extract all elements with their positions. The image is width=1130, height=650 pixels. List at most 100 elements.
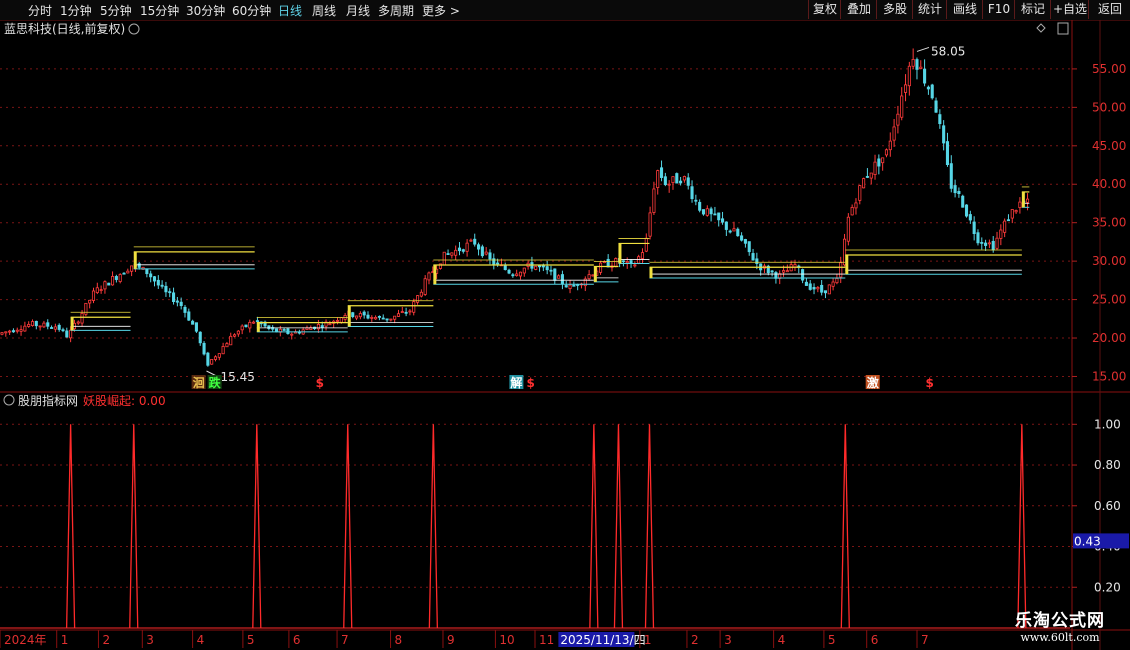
box-marker-5 (593, 266, 597, 282)
candle-body (507, 269, 511, 274)
candle-body (57, 324, 61, 330)
candle-body (461, 249, 465, 252)
candle-body (930, 84, 934, 99)
period-tab-4[interactable]: 30分钟 (186, 2, 225, 19)
candle-body (964, 204, 969, 217)
candle-body (91, 290, 96, 301)
period-tab-6[interactable]: 日线 (278, 2, 302, 19)
high-price-label: 58.05 (931, 44, 965, 58)
low-price-label: 15.45 (221, 370, 255, 384)
time-label-11: 11 (539, 633, 554, 647)
candle-body (663, 176, 667, 186)
candle-body (217, 353, 221, 358)
watermark: 乐淘公式网 www.60lt.com (990, 606, 1130, 650)
toolbar-button-4[interactable]: 画线 (946, 0, 983, 19)
time-label-14: 2 (691, 633, 699, 647)
candle-body (709, 208, 713, 215)
candle-body (751, 253, 755, 261)
candle-body (11, 330, 15, 333)
toolbar-button-5[interactable]: F10 (982, 0, 1015, 19)
period-tab-10[interactable]: 更多 > (422, 2, 460, 19)
candle-body (427, 272, 431, 281)
candle-body (362, 311, 366, 316)
candle-body (339, 317, 343, 323)
period-tab-9[interactable]: 多周期 (378, 2, 414, 19)
watermark-title: 乐淘公式网 (1015, 611, 1105, 631)
indicator-spike-8 (840, 424, 850, 629)
candle-body (172, 292, 176, 302)
period-tab-3[interactable]: 15分钟 (140, 2, 179, 19)
box-marker-3 (347, 305, 351, 327)
candle-body (572, 284, 576, 287)
candle-body (111, 276, 115, 286)
candle-body (919, 66, 923, 69)
indicator-spike-9 (1017, 424, 1027, 629)
candle-body (423, 278, 427, 295)
toolbar-button-7[interactable]: +自选 (1050, 0, 1089, 19)
candle-body (629, 260, 633, 264)
box-marker-7 (649, 267, 653, 279)
candle-body (107, 282, 111, 286)
candle-body (194, 322, 198, 332)
toolbar-button-8[interactable]: 返回 (1088, 0, 1130, 19)
candle-body (553, 268, 557, 281)
candle-body (419, 291, 423, 297)
candle-body (396, 313, 401, 317)
toolbar-button-0[interactable]: 复权 (808, 0, 841, 19)
candle-body (145, 268, 149, 275)
candle-body (480, 246, 484, 257)
candle-body (225, 343, 229, 348)
period-tab-8[interactable]: 月线 (346, 2, 370, 19)
toolbar-button-6[interactable]: 标记 (1014, 0, 1051, 19)
candle-body (656, 170, 660, 188)
indicator-tick-label-4: 1.00 (1094, 417, 1121, 431)
candle-body (812, 287, 816, 290)
watermark-url: www.60lt.com (1020, 631, 1100, 644)
period-tab-0[interactable]: 分时 (28, 2, 52, 19)
time-label-2: 2 (102, 633, 110, 647)
candle-body (4, 331, 8, 334)
candle-body (785, 270, 789, 273)
panel-toggle-icon (1057, 22, 1069, 35)
price-tick-label-2: 25.00 (1092, 293, 1126, 307)
candle-body (76, 321, 80, 324)
candle-body (740, 235, 744, 241)
candle-body (621, 260, 625, 263)
candle-body (648, 212, 652, 237)
candle-body (442, 251, 446, 266)
candle-body (884, 149, 889, 156)
toolbar-button-2[interactable]: 多股 (876, 0, 913, 19)
time-label-18: 6 (871, 633, 879, 647)
candle-body (823, 290, 828, 294)
candle-body (229, 335, 233, 346)
box-marker-2 (256, 322, 260, 332)
candle-body (65, 330, 69, 338)
candle-body (274, 328, 279, 333)
candle-body (549, 269, 553, 272)
period-tab-2[interactable]: 5分钟 (100, 2, 132, 19)
period-tab-1[interactable]: 1分钟 (60, 2, 92, 19)
time-label-16: 4 (778, 633, 786, 647)
period-tab-7[interactable]: 周线 (312, 2, 336, 19)
candle-body (568, 284, 572, 289)
candle-body (808, 283, 812, 290)
candle-body (355, 315, 359, 319)
indicator-tick-label-0: 0.20 (1094, 580, 1121, 594)
candle-body (156, 279, 160, 286)
toolbar-button-3[interactable]: 统计 (912, 0, 947, 19)
time-label-8: 8 (395, 633, 403, 647)
candle-body (358, 313, 362, 318)
indicator-spike-6 (613, 424, 624, 629)
box-marker-6 (618, 243, 622, 264)
candle-body (34, 320, 38, 327)
candle-body (598, 262, 603, 273)
indicator-spike-5 (589, 424, 599, 629)
candle-body (633, 264, 637, 267)
candle-body (457, 247, 462, 252)
candle-body (38, 325, 42, 328)
period-tab-5[interactable]: 60分钟 (232, 2, 271, 19)
toolbar-button-1[interactable]: 叠加 (840, 0, 877, 19)
candle-body (522, 267, 526, 274)
candle-body (286, 328, 290, 335)
candle-body (446, 253, 450, 255)
